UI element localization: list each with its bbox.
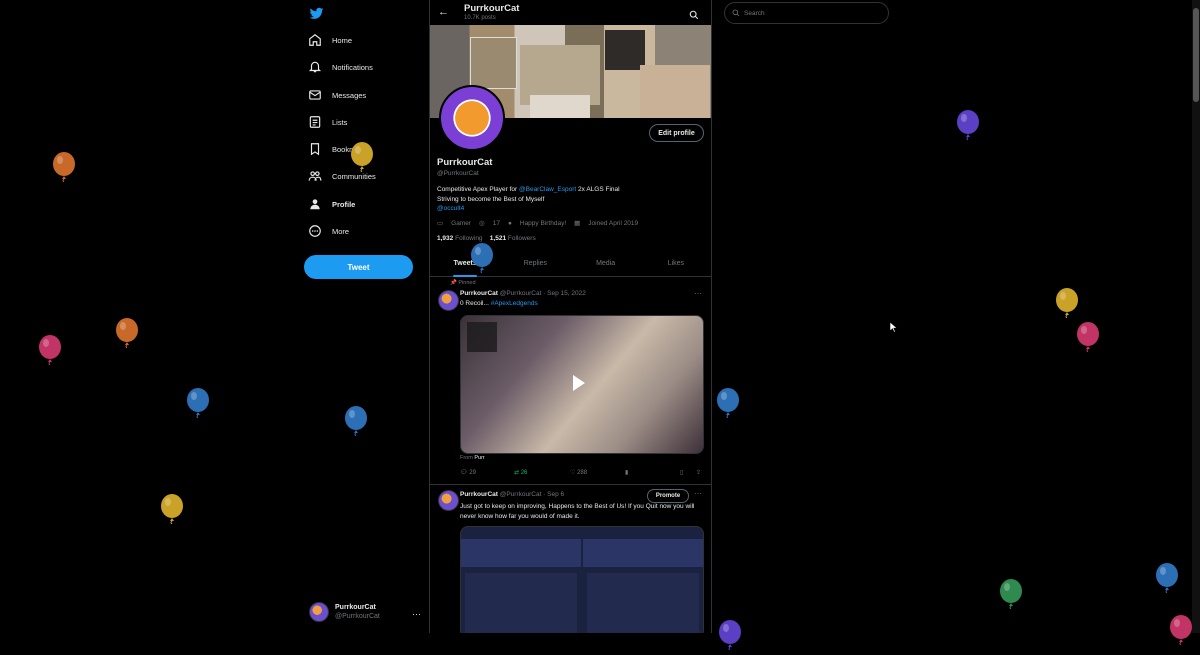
search-icon[interactable] [689,7,699,25]
profile-meta: ▭ Gamer ◎ 17 ● Happy Birthday! ▦ Joined Apri… [437,219,639,228]
balloon-icon [1169,615,1193,646]
sidebar-item-profile[interactable]: Profile [308,193,355,215]
profile-handle: @PurrkourCat [437,170,479,177]
tweet-meta: @PurrkourCat · Sep 15, 2022 [499,290,586,297]
bio-link[interactable]: @occult4 [437,205,464,212]
sidebar-item-label: Communities [332,171,376,181]
list-icon [309,116,321,128]
avatar[interactable] [438,490,459,511]
edit-profile-button[interactable]: Edit profile [649,124,704,142]
sidebar-item-label: Lists [332,117,348,127]
balloon-icon [716,388,740,419]
retweet-button[interactable]: ⇄ 26 [514,469,527,476]
share-icon[interactable]: ⇪ [696,469,701,476]
balloon-icon: ● [507,219,512,227]
calendar-icon: ▦ [574,220,581,227]
bookmark-action-icon[interactable]: ▯ [680,469,683,476]
tweet-author-name[interactable]: PurrkourCat [460,491,498,498]
hashtag-link[interactable]: #ApexLedgends [491,300,538,307]
search-placeholder: Search [744,9,765,17]
page-title: PurrkourCat [464,3,520,14]
bookmark-icon [310,143,320,156]
sidebar-item-home[interactable]: Home [308,29,352,51]
tweet-more-icon[interactable]: ··· [694,289,702,298]
sidebar-item-more[interactable]: More [308,220,349,242]
balloon-icon [1055,288,1079,319]
scrollbar[interactable] [1192,0,1200,633]
divider [430,484,711,485]
promote-button[interactable]: Promote [647,489,689,503]
tweet-image[interactable] [460,526,704,633]
balloon-icon [160,494,184,525]
follow-stats: 1,932 Following 1,521 Followers [437,235,536,242]
sidebar-item-messages[interactable]: Messages [308,84,366,106]
balloon-icon [718,620,742,651]
search-field[interactable]: Search [724,2,889,24]
sidebar-item-label: Messages [332,90,367,100]
tweet-text: Just got to keep on improving, Happens t… [460,503,695,520]
avatar [309,602,329,622]
search-icon [732,9,740,17]
tab-media[interactable]: Media [571,252,641,276]
bio-mention-link[interactable]: @BearClaw_Esport [519,186,576,193]
person-icon [310,199,320,210]
profile-bio: Competitive Apex Player for @BearClaw_Es… [437,186,620,212]
more-dots-icon[interactable]: ··· [412,609,421,619]
home-icon [309,34,321,46]
post-count: 10.7K posts [464,15,496,21]
scrollbar-thumb[interactable] [1193,8,1199,102]
pin-icon: 📌 [450,280,457,286]
sidebar-item-notifications[interactable]: Notifications [308,56,373,78]
balloon-icon [186,388,210,419]
pinned-indicator: 📌 Pinned [450,280,476,286]
sidebar-item-label: Profile [332,199,356,209]
tab-replies[interactable]: Replies [500,252,570,276]
people-icon [308,171,322,181]
balloon-icon [1155,563,1179,594]
sidebar-item-label: More [332,226,350,236]
from-link[interactable]: Purr [474,455,484,461]
tweet-author-name[interactable]: PurrkourCat [460,290,498,297]
avatar[interactable] [438,290,459,311]
bell-icon [308,61,322,73]
reply-button[interactable]: 💬︎ 29 [460,469,476,476]
tweet-text: 0 Recoil... #ApexLedgends [460,300,538,307]
twitter-logo-icon[interactable] [309,6,324,21]
balloon-icon [344,406,368,437]
mouse-cursor-icon [889,320,898,338]
envelope-icon [309,90,321,100]
profile-column: ← PurrkourCat 10.7K posts Edit profile P… [429,0,712,633]
balloon-icon [350,142,374,173]
play-icon[interactable] [573,375,585,391]
account-name: PurrkourCat [335,604,376,611]
back-arrow-icon[interactable]: ← [438,6,449,18]
location-icon: ◎ [479,220,485,227]
balloon-icon [1076,322,1100,353]
balloon-icon [38,335,62,366]
more-circle-icon [309,225,321,237]
analytics-icon[interactable]: ▮ [625,469,628,476]
sidebar-item-label: Notifications [332,62,373,72]
account-switcher[interactable]: PurrkourCat @PurrkourCat ··· [309,601,421,623]
tweet-video[interactable] [460,315,704,454]
like-button[interactable]: ♡ 288 [570,469,587,476]
balloon-icon [999,579,1023,610]
tweet-meta: @PurrkourCat · Sep 6 [499,491,565,498]
tweet-more-icon[interactable]: ··· [694,489,702,498]
account-handle: @PurrkourCat [335,613,380,620]
sidebar-item-label: Home [332,35,353,45]
profile-avatar[interactable] [439,85,505,151]
tweet-button[interactable]: Tweet [304,255,413,279]
sidebar-item-lists[interactable]: Lists [308,111,347,133]
balloon-icon [52,152,76,183]
followers-link[interactable]: 1,521 Followers [490,235,536,242]
balloon-icon [470,243,494,274]
following-link[interactable]: 1,932 Following [437,235,483,242]
tab-likes[interactable]: Likes [641,252,711,276]
balloon-icon [956,110,980,141]
category-icon: ▭ [437,220,444,227]
balloon-icon [115,318,139,349]
profile-name: PurrkourCat [437,157,493,168]
